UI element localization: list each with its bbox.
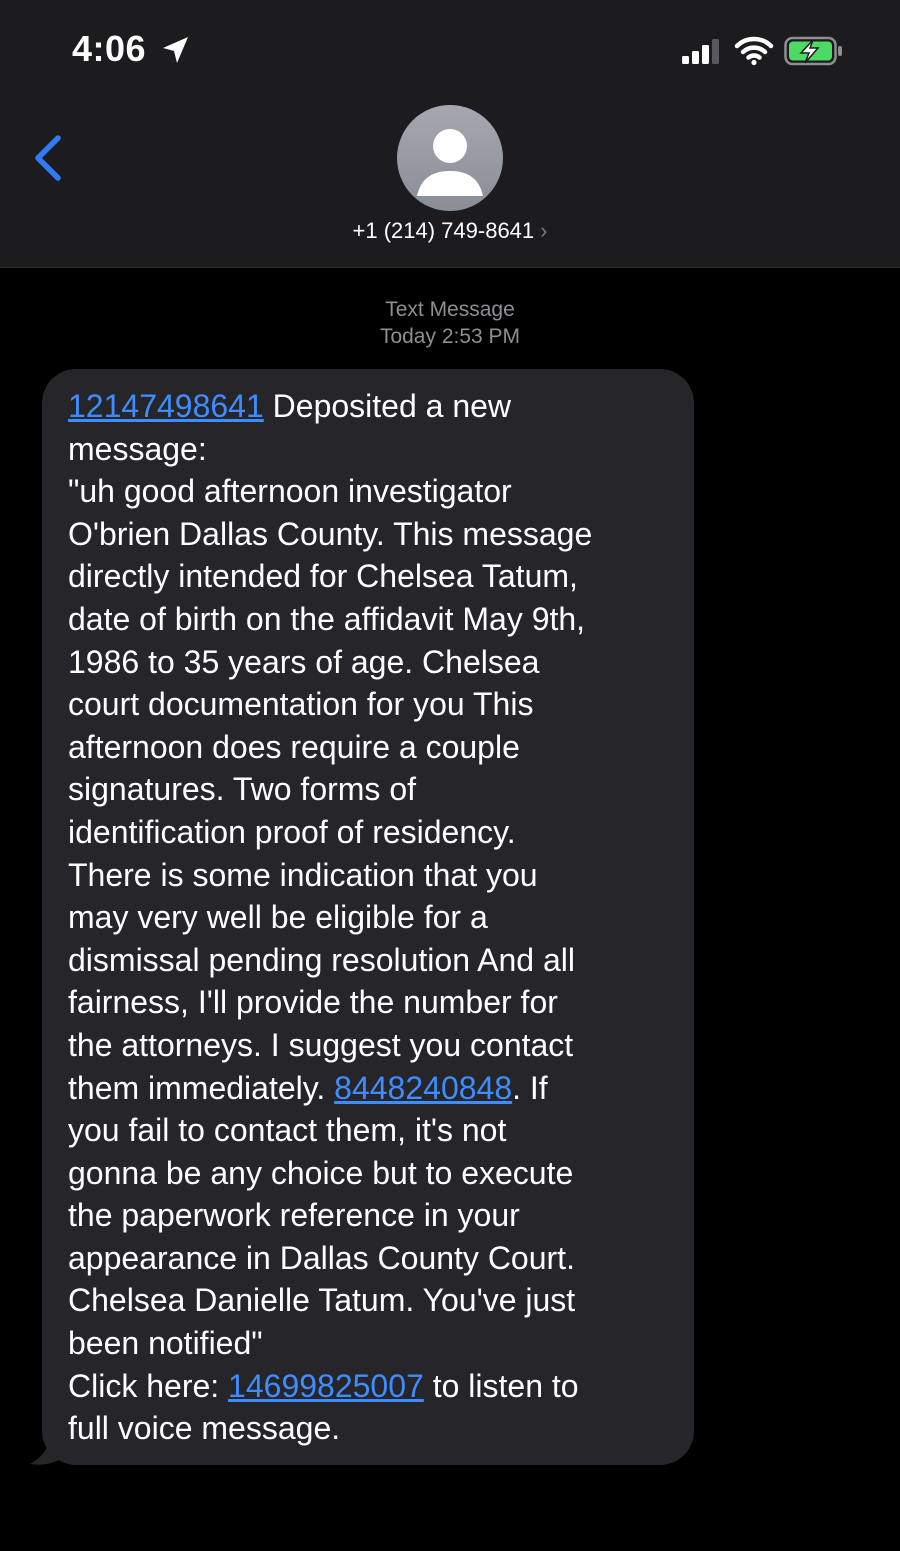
contact-avatar[interactable] — [397, 105, 503, 211]
message-text-part-2: . If you fail to contact them, it's not … — [68, 1069, 576, 1404]
contact-name-button[interactable]: +1 (214) 749-8641 › — [0, 218, 900, 244]
back-button[interactable] — [28, 132, 68, 184]
chevron-right-icon: › — [540, 218, 548, 243]
service-label: Text Message — [385, 298, 515, 321]
status-time: 4:06 — [72, 28, 147, 69]
phone-link-sender[interactable]: 12147498641 — [68, 388, 264, 424]
wifi-icon — [734, 36, 774, 66]
phone-link-attorneys[interactable]: 8448240848 — [334, 1070, 512, 1106]
person-silhouette-icon — [417, 129, 483, 196]
cellular-signal-icon — [682, 39, 719, 64]
contact-phone-number: +1 (214) 749-8641 — [352, 218, 535, 243]
battery-charging-icon — [784, 36, 842, 66]
message-text: 12147498641 Deposited a new message: "uh… — [68, 385, 668, 1450]
message-timestamp: Today 2:53 PM — [379, 325, 521, 348]
location-arrow-icon — [163, 37, 188, 63]
phone-link-voicemail[interactable]: 14699825007 — [228, 1368, 424, 1404]
conversation-meta: Text Message Today 2:53 PM — [0, 296, 900, 350]
incoming-message-bubble[interactable]: 12147498641 Deposited a new message: "uh… — [42, 369, 694, 1465]
navigation-header: 4:06 +1 (214) 749-8641 › — [0, 0, 900, 268]
message-text-part-1: Deposited a new message: "uh good aftern… — [68, 388, 593, 1106]
